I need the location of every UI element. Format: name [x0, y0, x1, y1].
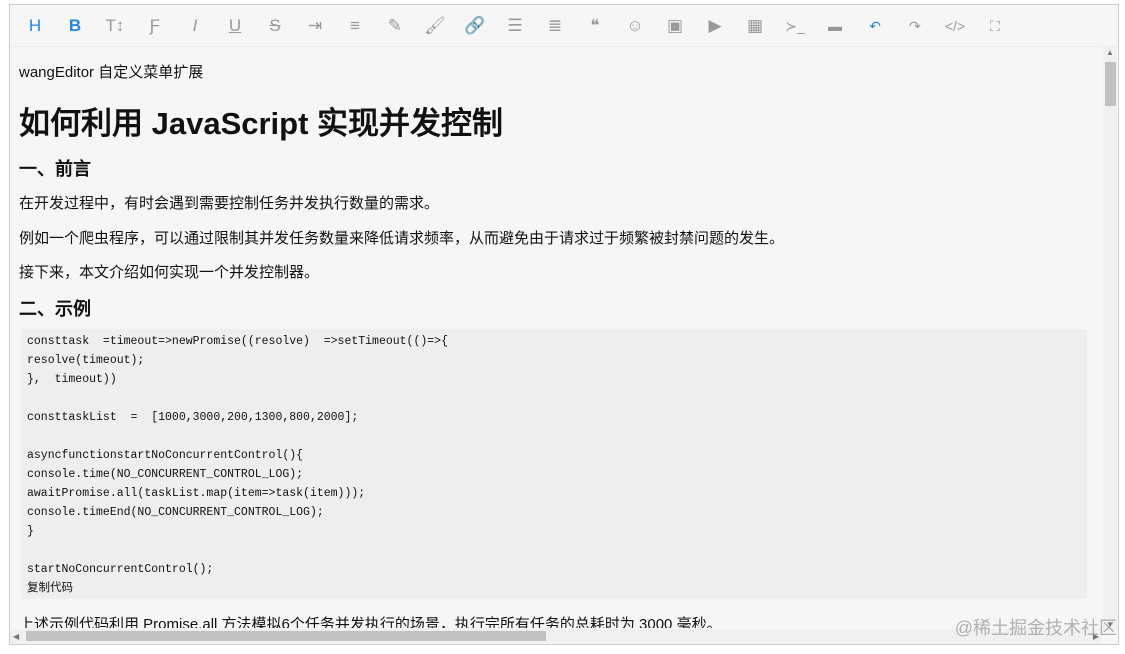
html-source-icon[interactable]: </> [942, 14, 968, 38]
italic-icon[interactable]: I [182, 14, 208, 38]
justify-icon[interactable]: ≣ [542, 14, 568, 38]
intro-text: wangEditor 自定义菜单扩展 [19, 64, 204, 81]
table-icon[interactable]: ▦ [742, 14, 768, 38]
horizontal-scroll-thumb[interactable] [26, 631, 546, 641]
code-icon[interactable]: ≻_ [782, 14, 808, 38]
back-color-icon[interactable]: 🖌 [422, 14, 448, 38]
scroll-up-icon[interactable]: ▲ [1106, 48, 1114, 57]
fore-color-icon[interactable]: ✎ [382, 14, 408, 38]
article-title: 如何利用 JavaScript 实现并发控制 [19, 106, 504, 141]
link-icon[interactable]: 🔗 [462, 14, 488, 38]
strikethrough-icon[interactable]: S [262, 14, 288, 38]
vertical-scroll-thumb[interactable] [1105, 62, 1116, 106]
scroll-left-icon[interactable]: ◀ [13, 632, 19, 641]
divider-icon[interactable]: ▬ [822, 14, 848, 38]
bold-icon[interactable]: B [62, 14, 88, 38]
paragraph-2: 例如一个爬虫程序，可以通过限制其并发任务数量来降低请求频率，从而避免由于请求过于… [19, 230, 785, 247]
watermark: @稀土掘金技术社区 [954, 618, 1117, 638]
paragraph-4: 上述示例代码利用 Promise.all 方法模拟6个任务并发执行的场景，执行完… [19, 616, 722, 628]
heading-preface: 一、前言 [19, 159, 91, 179]
line-height-icon[interactable]: ≡ [342, 14, 368, 38]
rich-text-editor: H B T↕ Ƒ I U S ⇥ ≡ ✎ 🖌 🔗 ☰ ≣ ❝ ☺ ▣ ▶ ▦ ≻_ ▬ ↶ ↷ </> ⛶ wangEditor… [9, 4, 1119, 645]
quote-icon[interactable]: ❝ [582, 14, 608, 38]
video-icon[interactable]: ▶ [702, 14, 728, 38]
undo-icon[interactable]: ↶ [862, 14, 888, 38]
fullscreen-icon[interactable]: ⛶ [982, 14, 1008, 38]
image-icon[interactable]: ▣ [662, 14, 688, 38]
font-family-icon[interactable]: Ƒ [142, 14, 168, 38]
emoticon-icon[interactable]: ☺ [622, 14, 648, 38]
paragraph-1: 在开发过程中，有时会遇到需要控制任务并发执行数量的需求。 [19, 195, 440, 212]
heading-example: 二、示例 [19, 299, 91, 319]
indent-icon[interactable]: ⇥ [302, 14, 328, 38]
paragraph-3: 接下来，本文介绍如何实现一个并发控制器。 [19, 264, 320, 281]
editor-content[interactable]: wangEditor 自定义菜单扩展 如何利用 JavaScript 实现并发控… [10, 48, 1102, 628]
list-icon[interactable]: ☰ [502, 14, 528, 38]
redo-icon[interactable]: ↷ [902, 14, 928, 38]
heading-icon[interactable]: H [22, 14, 48, 38]
font-size-icon[interactable]: T↕ [102, 14, 128, 38]
editor-toolbar: H B T↕ Ƒ I U S ⇥ ≡ ✎ 🖌 🔗 ☰ ≣ ❝ ☺ ▣ ▶ ▦ ≻_ ▬ ↶ ↷ </> ⛶ [10, 5, 1118, 47]
horizontal-scrollbar[interactable]: ◀ ▶ [10, 629, 1102, 643]
code-block: consttask =timeout=>newPromise((resolve)… [21, 329, 1087, 599]
vertical-scrollbar[interactable]: ▲ ▼ [1103, 47, 1117, 630]
underline-icon[interactable]: U [222, 14, 248, 38]
